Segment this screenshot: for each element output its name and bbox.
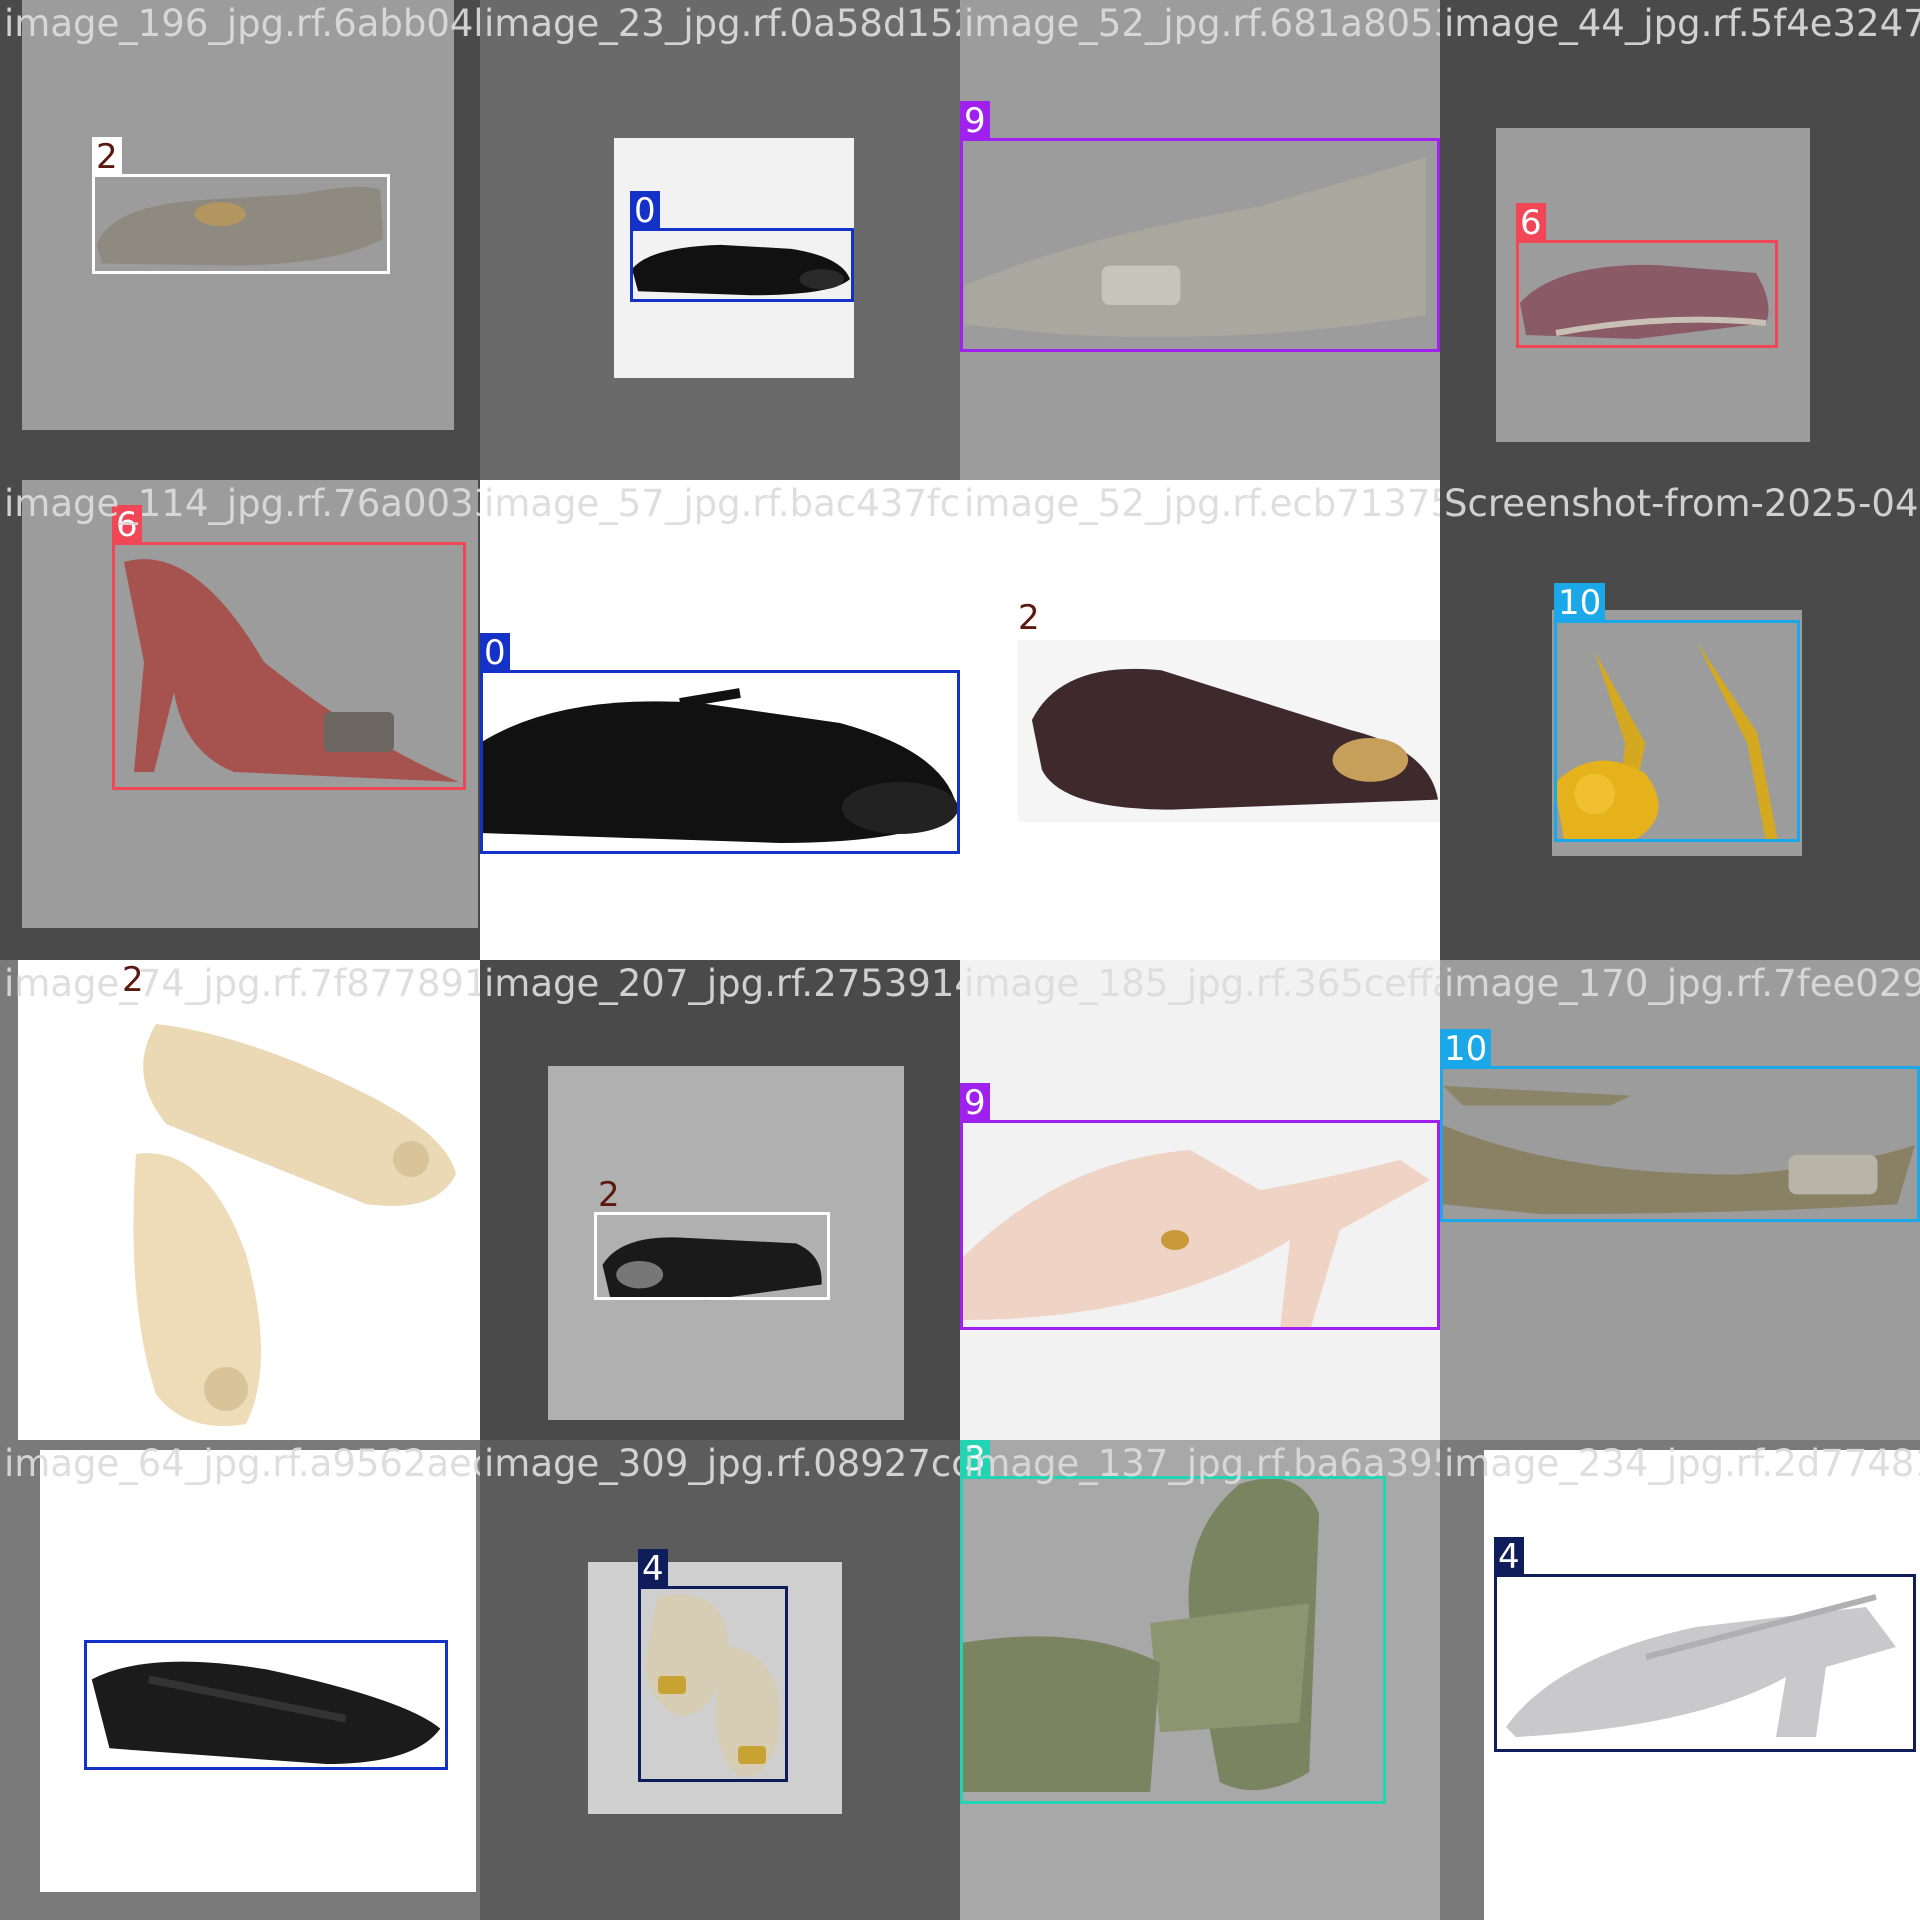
image-filename: image_309_jpg.rf.08927cc6 [484,1442,960,1485]
bounding-box-class-2: 2 [92,137,390,274]
bounding-box-class-10: 10 [1440,1029,1920,1222]
tile-7[interactable]: image_52_jpg.rf.ecb713758 2 [960,480,1440,960]
image-filename: image_52_jpg.rf.ecb713758 [964,482,1440,525]
image-filename: image_207_jpg.rf.27539142 [484,962,960,1005]
ballet-flat-image [1022,640,1440,820]
class-label: 9 [960,101,990,141]
class-label: 6 [112,505,142,545]
detection-mosaic: 2 image_196_jpg.rf.6abb04be 0 image_23_j… [0,0,1920,1920]
bounding-box-class-9: 9 [960,1083,1440,1330]
class-label: 2 [1018,598,1040,638]
bounding-box-class-3: 3 [960,1440,1386,1804]
class-label: 2 [122,960,144,1000]
bounding-box-class-0: 0 [480,633,960,854]
tile-14[interactable]: 4 image_309_jpg.rf.08927cc6 [480,1440,960,1920]
class-label: 0 [630,191,660,231]
tile-12[interactable]: 10 image_170_jpg.rf.7fee029fa [1440,960,1920,1440]
class-label: 2 [92,137,122,177]
class-label: 0 [480,633,510,673]
tile-1[interactable]: 2 image_196_jpg.rf.6abb04be [0,0,480,480]
image-filename: image_44_jpg.rf.5f4e324723 [1444,2,1920,45]
image-filename: Screenshot-from-2025-04-23 [1444,482,1920,525]
tile-2[interactable]: 0 image_23_jpg.rf.0a58d152f5 [480,0,960,480]
class-label: 0 [88,1603,110,1643]
class-label: 9 [960,1083,990,1123]
bounding-box-class-0: 0 [84,1603,448,1770]
class-label: 2 [598,1175,620,1215]
bounding-box-class-2: 2 [594,1175,830,1300]
bounding-box-class-10: 10 [1554,583,1800,842]
tile-6[interactable]: 0 image_57_jpg.rf.bac437fc42 [480,480,960,960]
tile-5[interactable]: 6 image_114_jpg.rf.76a0033f6 [0,480,480,960]
bounding-box-class-4: 4 [638,1549,788,1782]
class-label: 3 [960,1440,990,1479]
tile-8[interactable]: 10 Screenshot-from-2025-04-23 [1440,480,1920,960]
image-filename: image_185_jpg.rf.365ceffa94 [964,962,1440,1005]
tile-15[interactable]: 3 image_137_jpg.rf.ba6a3957 [960,1440,1440,1920]
tile-3[interactable]: 9 image_52_jpg.rf.681a80533 [960,0,1440,480]
class-label: 4 [638,1549,668,1589]
bounding-box-class-4: 4 [1494,1537,1916,1752]
tile-13[interactable]: 0 image_64_jpg.rf.a9562aec2 [0,1440,480,1920]
tile-4[interactable]: 6 image_44_jpg.rf.5f4e324723 [1440,0,1920,480]
tile-9[interactable]: image_74_jpg.rf.7f877891368 2 [0,960,480,1440]
bounding-box-class-9: 9 [960,101,1440,352]
ballerina-pair-image [124,1004,468,1434]
bounding-box-class-6: 6 [112,505,466,790]
class-label: 10 [1440,1029,1492,1069]
bounding-box-class-0: 0 [630,191,854,302]
image-filename: image_52_jpg.rf.681a80533 [964,2,1440,45]
tile-10[interactable]: 2 image_207_jpg.rf.27539142 [480,960,960,1440]
class-label: 10 [1554,583,1606,623]
bounding-box-class-6: 6 [1516,203,1778,348]
image-filename: image_170_jpg.rf.7fee029fa [1444,962,1920,1005]
class-label: 6 [1516,203,1546,243]
tile-16[interactable]: 4 image_234_jpg.rf.2d7748159 [1440,1440,1920,1920]
image-filename: image_23_jpg.rf.0a58d152f5 [484,2,960,45]
class-label: 4 [1494,1537,1524,1577]
image-filename: image_57_jpg.rf.bac437fc42 [484,482,960,525]
tile-11[interactable]: 9 image_185_jpg.rf.365ceffa94 [960,960,1440,1440]
